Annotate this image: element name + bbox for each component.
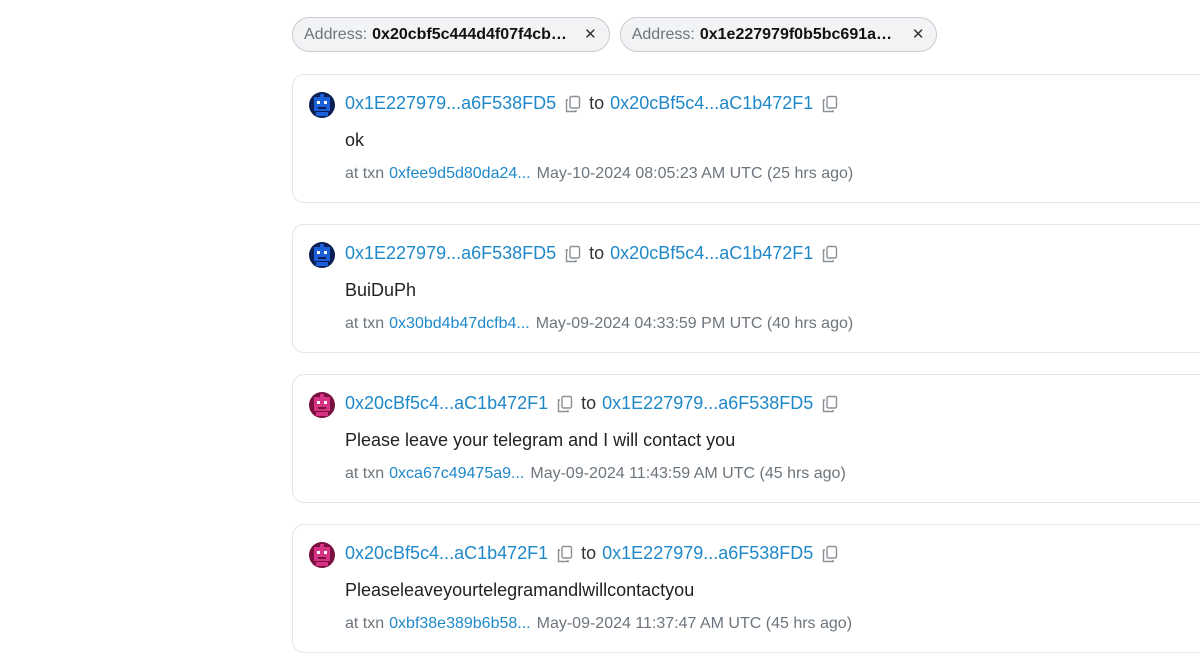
close-icon[interactable]: ✕ (912, 27, 925, 42)
message-meta: at txn 0xca67c49475a9... May-09-2024 11:43… (345, 465, 846, 483)
message-header: 0x20cBf5c4...aC1b472F1 to 0x1E227979...a6F… (345, 393, 846, 414)
filter-label: Address: (631, 25, 695, 43)
sender-address-link[interactable]: 0x1E227979...a6F538FD5 (345, 93, 556, 114)
timestamp: May-09-2024 11:37:47 AM UTC (45 hrs ago) (536, 615, 853, 632)
txn-hash-link[interactable]: 0xfee9d5d80da24... (389, 165, 530, 183)
message-text: ok (345, 130, 365, 150)
pink-robot-avatar (309, 542, 335, 568)
message-text: Please leave your telegram and I will co… (345, 430, 736, 450)
timestamp: May-09-2024 04:33:59 PM UTC (40 hrs ago) (535, 315, 854, 332)
copy-icon[interactable] (822, 245, 838, 263)
copy-icon[interactable] (565, 95, 581, 113)
txn-hash-link[interactable]: 0xca67c49475a9... (389, 465, 524, 483)
sender-address-link[interactable]: 0x20cBf5c4...aC1b472F1 (345, 543, 548, 564)
message-card: 0x20cBf5c4...aC1b472F1 to 0x1E227979...a6F… (292, 524, 1200, 653)
recipient-address-link[interactable]: 0x1E227979...a6F538FD5 (602, 393, 813, 414)
copy-icon[interactable] (557, 545, 573, 563)
timestamp: May-10-2024 08:05:23 AM UTC (25 hrs ago) (536, 165, 854, 182)
sender-address-link[interactable]: 0x20cBf5c4...aC1b472F1 (345, 393, 548, 414)
close-icon[interactable]: ✕ (584, 27, 597, 42)
recipient-address-link[interactable]: 0x1E227979...a6F538FD5 (602, 543, 813, 564)
message-card: 0x1E227979...a6F538FD5 to 0x20cBf5c4...aC1… (292, 224, 1200, 353)
filter-value: 0x1e227979f0b5bc691a7... (699, 25, 898, 43)
to-label: to (581, 543, 597, 563)
timestamp: May-09-2024 11:43:59 AM UTC (45 hrs ago) (530, 465, 846, 482)
message-text: BuiDuPh (345, 280, 417, 300)
message-header: 0x20cBf5c4...aC1b472F1 to 0x1E227979...a6F… (345, 543, 846, 564)
copy-icon[interactable] (557, 395, 573, 413)
txn-hash-link[interactable]: 0x30bd4b47dcfb4... (389, 315, 530, 333)
message-header: 0x1E227979...a6F538FD5 to 0x20cBf5c4...aC1… (345, 243, 846, 264)
sender-address-link[interactable]: 0x1E227979...a6F538FD5 (345, 243, 556, 264)
txn-hash-link[interactable]: 0xbf38e389b6b58... (389, 615, 530, 633)
txn-prefix-label: at txn (345, 315, 385, 332)
txn-prefix-label: at txn (345, 465, 385, 482)
message-card: 0x20cBf5c4...aC1b472F1 to 0x1E227979...a6F… (292, 374, 1200, 503)
filter-label: Address: (304, 25, 368, 43)
message-text: Pleaseleaveyourtelegramandlwillcontactyo… (345, 580, 695, 600)
message-meta: at txn 0x30bd4b47dcfb4... May-09-2024 04:3… (345, 315, 853, 333)
blue-robot-avatar (309, 242, 335, 268)
address-filter-chip-2[interactable]: Address: 0x1e227979f0b5bc691a7... ✕ (619, 17, 938, 52)
to-label: to (589, 243, 605, 263)
txn-prefix-label: at txn (345, 165, 385, 182)
message-card: 0x1E227979...a6F538FD5 to 0x20cBf5c4...aC1… (292, 74, 1200, 203)
copy-icon[interactable] (822, 545, 838, 563)
filter-value: 0x20cbf5c444d4f07f4cb5... (372, 25, 571, 43)
txn-prefix-label: at txn (345, 615, 385, 632)
recipient-address-link[interactable]: 0x20cBf5c4...aC1b472F1 (610, 93, 813, 114)
to-label: to (581, 393, 597, 413)
message-header: 0x1E227979...a6F538FD5 to 0x20cBf5c4...aC1… (345, 93, 846, 114)
message-meta: at txn 0xbf38e389b6b58... May-09-2024 11:3… (345, 615, 852, 633)
copy-icon[interactable] (565, 245, 581, 263)
copy-icon[interactable] (822, 395, 838, 413)
copy-icon[interactable] (822, 95, 838, 113)
blue-robot-avatar (309, 92, 335, 118)
address-filter-chip-1[interactable]: Address: 0x20cbf5c444d4f07f4cb5... ✕ (292, 17, 610, 52)
address-filter-bar: Address: 0x20cbf5c444d4f07f4cb5... ✕ Add… (292, 17, 938, 52)
to-label: to (589, 93, 605, 113)
message-meta: at txn 0xfee9d5d80da24... May-10-2024 08:0… (345, 165, 853, 183)
recipient-address-link[interactable]: 0x20cBf5c4...aC1b472F1 (610, 243, 813, 264)
pink-robot-avatar (309, 392, 335, 418)
